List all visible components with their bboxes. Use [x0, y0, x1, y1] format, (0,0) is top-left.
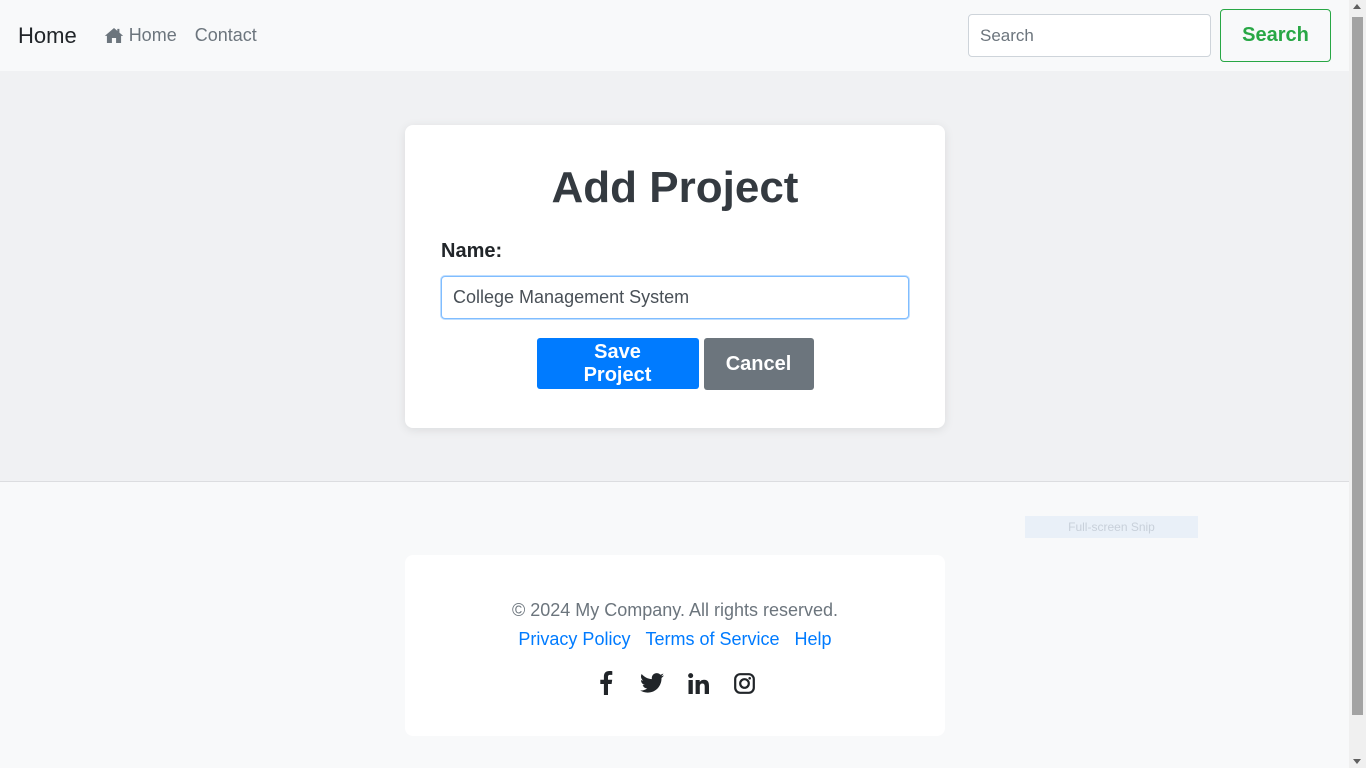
- help-link[interactable]: Help: [795, 629, 832, 649]
- vertical-scrollbar[interactable]: [1349, 0, 1366, 768]
- project-name-input[interactable]: [441, 276, 909, 319]
- main-content: Add Project Name: Save Project Cancel: [0, 71, 1349, 482]
- home-icon: [104, 28, 123, 43]
- cancel-button[interactable]: Cancel: [703, 338, 814, 390]
- search-button[interactable]: Search: [1220, 9, 1331, 62]
- nav-link-home[interactable]: Home: [104, 25, 177, 46]
- top-navbar: Home Home Contact Search: [0, 0, 1349, 71]
- terms-of-service-link[interactable]: Terms of Service: [645, 629, 779, 649]
- twitter-icon[interactable]: [640, 671, 664, 695]
- search-input[interactable]: [968, 14, 1211, 57]
- scroll-up-arrow-icon[interactable]: [1353, 4, 1361, 9]
- form-actions: Save Project Cancel: [441, 338, 909, 390]
- name-label: Name:: [441, 240, 503, 262]
- nav-link-home-label: Home: [128, 25, 177, 45]
- instagram-icon[interactable]: [732, 671, 756, 695]
- page-title: Add Project: [551, 163, 799, 212]
- facebook-icon[interactable]: [594, 671, 618, 695]
- nav-link-contact[interactable]: Contact: [195, 25, 257, 46]
- add-project-card: Add Project Name: Save Project Cancel: [405, 125, 945, 428]
- save-project-button[interactable]: Save Project: [536, 338, 699, 389]
- copyright-text: © 2024 My Company. All rights reserved.: [511, 600, 839, 620]
- scroll-down-arrow-icon[interactable]: [1353, 759, 1361, 764]
- linkedin-icon[interactable]: [686, 671, 710, 695]
- footer: © 2024 My Company. All rights reserved. …: [405, 555, 945, 736]
- snip-overlay-label: Full-screen Snip: [1025, 516, 1198, 538]
- social-links: [405, 671, 945, 695]
- footer-links: Privacy Policy Terms of Service Help: [405, 629, 945, 650]
- navbar-brand[interactable]: Home: [18, 23, 77, 49]
- privacy-policy-link[interactable]: Privacy Policy: [518, 629, 630, 649]
- navbar-search-form: Search: [968, 9, 1331, 62]
- scroll-thumb[interactable]: [1352, 17, 1363, 715]
